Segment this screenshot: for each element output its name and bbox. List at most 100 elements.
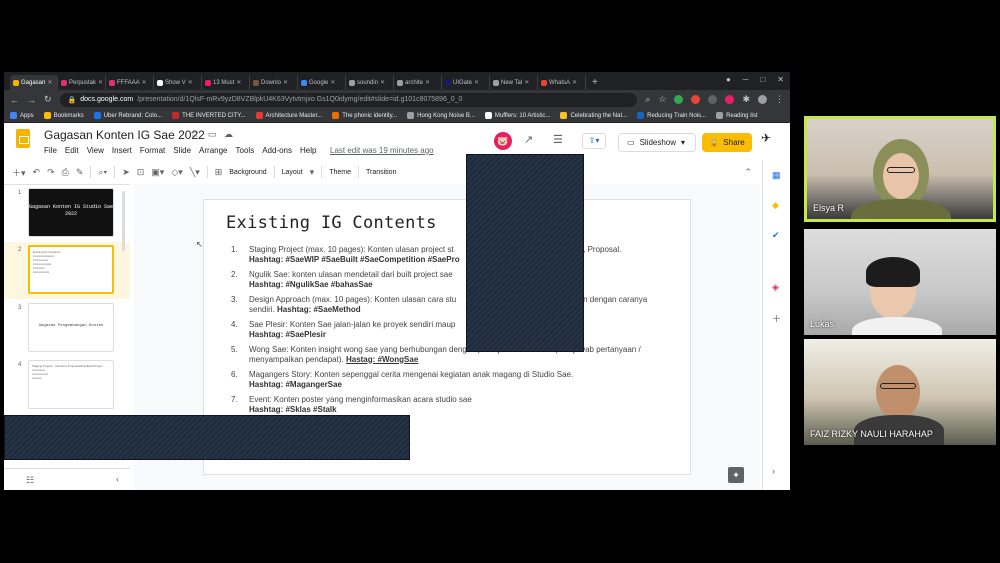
close-tab-icon[interactable]: ✕ — [142, 79, 148, 86]
theme-button[interactable]: Theme — [329, 169, 351, 176]
slide-thumbnail[interactable]: Gagasan Pengembangan Konten — [28, 303, 114, 352]
bookmark-item[interactable]: Uber Rebrand: Colo... — [93, 112, 162, 119]
extension-icon[interactable] — [708, 95, 718, 104]
browser-tab[interactable]: 13 Must ✕ — [202, 75, 250, 90]
puzzle-icon[interactable]: ✱ — [742, 94, 750, 105]
calendar-icon[interactable]: ▦ — [772, 170, 781, 181]
slide-thumbnail[interactable]: Existing IG Contents ▪▪▪▪▪▪▪▪▪▪▪▪▪▪▪▪▪▪▪▪… — [28, 245, 114, 294]
participant-tile[interactable]: FAIZ RIZKY NAULI HARAHAP — [804, 339, 996, 445]
close-tab-icon[interactable]: ✕ — [330, 79, 336, 86]
browser-tab[interactable]: soundin ✕ — [346, 75, 394, 90]
slides-logo-icon[interactable] — [16, 129, 30, 148]
url-field[interactable]: 🔒 docs.google.com/presentation/d/1QlsF-m… — [59, 92, 638, 107]
layout-button[interactable]: Layout — [282, 169, 303, 176]
zoom-icon[interactable]: ⌕▾ — [98, 167, 107, 178]
menu-slide[interactable]: Slide — [173, 146, 191, 155]
forward-icon[interactable]: → — [27, 95, 36, 105]
menu-tools[interactable]: Tools — [236, 146, 255, 155]
document-title[interactable]: Gagasan Konten IG Sae 2022 — [44, 128, 205, 142]
browser-tab[interactable]: Show V ✕ — [154, 75, 202, 90]
bookmark-item[interactable]: Reducing Train Nois... — [637, 112, 706, 119]
content-list[interactable]: 1. Staging Project (max. 10 pages): Konte… — [231, 245, 671, 420]
menu-addons[interactable]: Add-ons — [262, 146, 292, 155]
grid-view-icon[interactable]: ☷ — [26, 475, 34, 486]
star-icon[interactable]: ☆ — [190, 129, 199, 140]
close-tab-icon[interactable]: ✕ — [474, 79, 480, 86]
collapse-toolbar-icon[interactable]: ⌃ — [744, 167, 752, 178]
tasks-icon[interactable]: ✔ — [772, 230, 780, 241]
minimize-icon[interactable]: ─ — [743, 75, 749, 84]
slideshow-button[interactable]: ▭ Slideshow ▾ — [618, 133, 696, 152]
maximize-icon[interactable]: □ — [760, 75, 765, 84]
chevron-right-icon[interactable]: › — [772, 466, 775, 476]
last-edit-link[interactable]: Last edit was 19 minutes ago — [330, 146, 434, 155]
present-to-meeting-button[interactable]: ⇪▾ — [582, 133, 606, 149]
browser-tab[interactable]: WhatsA ✕ — [538, 75, 586, 90]
menu-format[interactable]: Format — [140, 146, 165, 155]
shape-icon[interactable]: ◇▾ — [171, 167, 182, 178]
chevron-down-icon[interactable]: ▾ — [310, 167, 315, 178]
close-tab-icon[interactable]: ✕ — [47, 79, 53, 86]
browser-tab[interactable]: Google ✕ — [298, 75, 346, 90]
collaborator-avatar[interactable]: 🐷 — [494, 132, 512, 150]
close-tab-icon[interactable]: ✕ — [236, 79, 242, 86]
search-icon[interactable]: ⌕ — [645, 94, 650, 105]
bookmark-item[interactable]: THE INVERTED CITY... — [172, 112, 246, 119]
bookmark-item[interactable]: Bookmarks — [43, 112, 84, 119]
close-tab-icon[interactable]: ✕ — [188, 79, 194, 86]
menu-edit[interactable]: Edit — [65, 146, 79, 155]
menu-help[interactable]: Help — [300, 146, 316, 155]
close-window-icon[interactable]: ✕ — [777, 75, 784, 84]
slide-title[interactable]: Existing IG Contents — [226, 213, 437, 233]
addon-icon[interactable]: ◈ — [772, 282, 779, 293]
browser-tab[interactable]: Perpustak ✕ — [58, 75, 106, 90]
activity-trend-icon[interactable]: ↗ — [524, 133, 533, 146]
close-tab-icon[interactable]: ✕ — [524, 79, 530, 86]
share-button[interactable]: 🔒 Share — [702, 133, 752, 152]
close-tab-icon[interactable]: ✕ — [425, 79, 431, 86]
avatar[interactable] — [758, 95, 767, 104]
bookmark-item[interactable]: The phonic identity... — [332, 112, 397, 119]
browser-tab[interactable]: archite ✕ — [394, 75, 442, 90]
extension-icon[interactable] — [691, 95, 701, 104]
browser-tab[interactable]: UIGate ✕ — [442, 75, 490, 90]
reload-icon[interactable]: ↻ — [44, 94, 52, 105]
print-icon[interactable]: ⎙ — [62, 167, 69, 178]
close-tab-icon[interactable]: ✕ — [572, 79, 578, 86]
reading-list-item[interactable]: Reading list — [716, 112, 758, 119]
record-icon[interactable]: ● — [726, 75, 731, 84]
text-box-icon[interactable]: ⊡ — [137, 167, 145, 178]
background-button[interactable]: Background — [229, 169, 266, 176]
chevron-down-icon[interactable]: ▾ — [681, 138, 685, 147]
move-folder-icon[interactable]: ▭ — [208, 129, 217, 140]
paint-format-icon[interactable]: ✎ — [76, 167, 84, 178]
slide-thumbnail[interactable]: Gagasan Konten IG Studio Sae 2022 — [28, 188, 114, 237]
participant-tile[interactable]: Lukas — [804, 229, 996, 335]
bookmark-item[interactable]: Apps — [10, 112, 34, 119]
extension-icon[interactable] — [674, 95, 684, 104]
browser-tab[interactable]: New Tal ✕ — [490, 75, 538, 90]
new-tab-button[interactable]: + — [592, 77, 598, 88]
close-tab-icon[interactable]: ✕ — [380, 79, 386, 86]
bookmark-item[interactable]: Celebrating the Nat... — [560, 112, 627, 119]
menu-view[interactable]: View — [87, 146, 104, 155]
star-bookmark-icon[interactable]: ☆ — [658, 94, 666, 105]
menu-insert[interactable]: Insert — [112, 146, 132, 155]
bookmark-item[interactable]: Mufflers: 10 Artistic... — [484, 112, 550, 119]
comment-icon[interactable]: ☰ — [553, 133, 563, 146]
redo-icon[interactable]: ↷ — [47, 167, 55, 178]
undo-icon[interactable]: ↶ — [33, 167, 41, 178]
account-avatar-icon[interactable]: ✈ — [761, 131, 771, 145]
extension-icon[interactable] — [725, 95, 735, 104]
browser-tab[interactable]: Gagasan ✕ — [10, 75, 58, 90]
filmstrip-scrollbar[interactable] — [122, 191, 125, 251]
transition-button[interactable]: Transition — [366, 169, 396, 176]
add-addon-icon[interactable]: ＋ — [772, 312, 781, 325]
menu-arrange[interactable]: Arrange — [199, 146, 227, 155]
explore-icon[interactable]: ✦ — [728, 467, 744, 483]
browser-tab[interactable]: Downlo ✕ — [250, 75, 298, 90]
line-icon[interactable]: ╲▾ — [190, 167, 200, 178]
close-tab-icon[interactable]: ✕ — [98, 79, 104, 86]
slide-thumbnail[interactable]: Staging Project - Interview Proposal/Sel… — [28, 360, 114, 409]
comment-add-icon[interactable]: ⊞ — [215, 167, 223, 178]
